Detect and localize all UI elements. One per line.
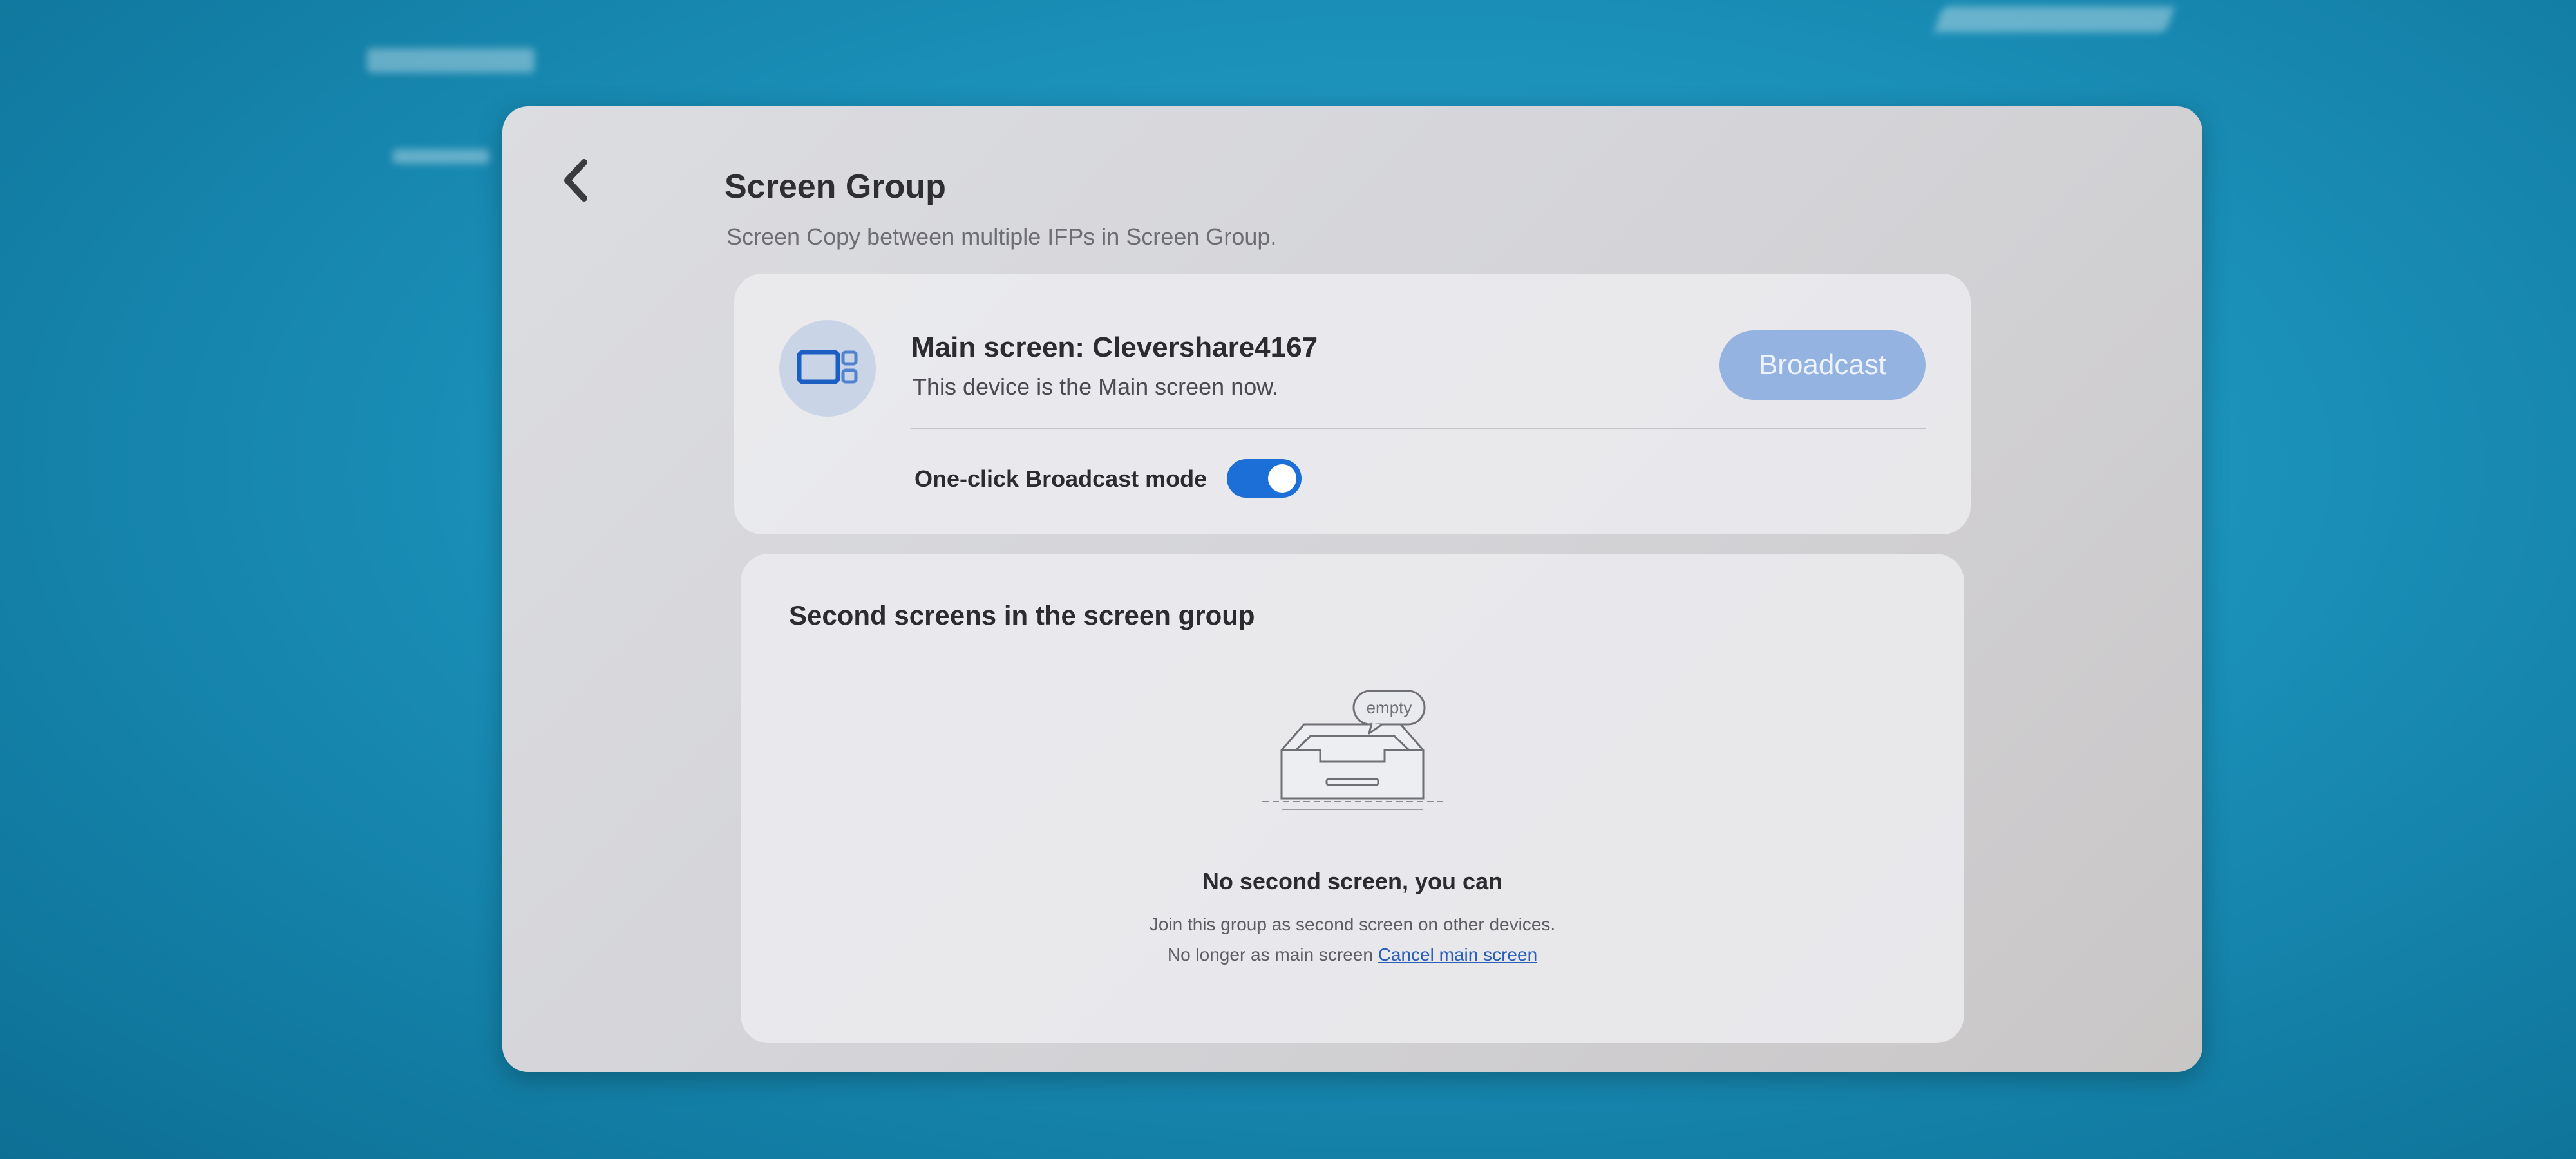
divider — [911, 428, 1926, 429]
back-button[interactable] — [547, 151, 605, 209]
toggle-knob — [1268, 464, 1296, 493]
main-screen-description: This device is the Main screen now. — [913, 373, 1279, 400]
broadcast-mode-label: One-click Broadcast mode — [914, 466, 1208, 492]
second-screens-title: Second screens in the screen group — [789, 600, 1255, 630]
empty-badge-text: empty — [1367, 698, 1412, 717]
screen-group-panel: Screen Group Screen Copy between multipl… — [502, 106, 2202, 1072]
main-screen-name: Main screen: Clevershare4167 — [911, 332, 1318, 363]
broadcast-button[interactable]: Broadcast — [1719, 330, 1926, 400]
backdrop-glare — [367, 48, 535, 73]
second-screens-card: Second screens in the screen group empty… — [741, 554, 1964, 1043]
join-group-hint: Join this group as second screen on othe… — [1149, 914, 1556, 934]
screen-group-icon — [797, 350, 858, 384]
cancel-main-hint: No longer as main screen Cancel main scr… — [741, 945, 1964, 965]
empty-state-title: No second screen, you can — [1202, 868, 1503, 894]
cancel-main-prefix: No longer as main screen — [1167, 945, 1373, 965]
device-avatar — [779, 320, 876, 417]
empty-inbox-icon: empty — [1262, 690, 1443, 810]
broadcast-mode-toggle[interactable] — [1227, 459, 1302, 498]
page-subtitle: Screen Copy between multiple IFPs in Scr… — [726, 223, 1277, 250]
backdrop-glare — [393, 149, 489, 164]
main-screen-card: Main screen: Clevershare4167 This device… — [734, 274, 1971, 534]
cancel-main-screen-link[interactable]: Cancel main screen — [1378, 945, 1537, 965]
chevron-left-icon — [564, 159, 587, 202]
backdrop-glare — [1933, 6, 2175, 32]
page-title: Screen Group — [724, 168, 946, 205]
